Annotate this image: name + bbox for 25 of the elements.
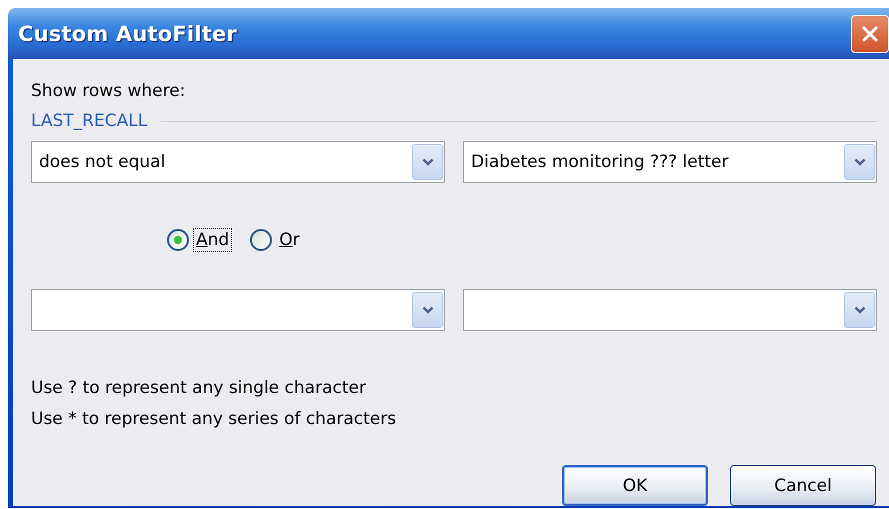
dropdown-field[interactable]	[31, 289, 445, 331]
hint-text: Use * to represent any series of characters	[31, 408, 398, 431]
chevron-down-icon	[854, 158, 866, 166]
dropdown-button[interactable]	[844, 144, 875, 180]
radio-label[interactable]: Or	[276, 228, 303, 252]
radio-button[interactable]	[167, 229, 189, 251]
window-title: Custom AutoFilter	[18, 22, 237, 46]
ok-button[interactable]: OK	[562, 465, 708, 506]
instruction-text: Show rows where:	[31, 81, 186, 103]
dropdown-field[interactable]	[463, 289, 877, 331]
chevron-down-icon	[422, 306, 434, 314]
dropdown-field[interactable]: does not equal	[31, 141, 445, 183]
cancel-button[interactable]: Cancel	[730, 465, 876, 506]
dropdown-button[interactable]	[412, 292, 443, 328]
chevron-down-icon	[422, 158, 434, 166]
hint-text: Use ? to represent any single character	[31, 377, 367, 400]
close-icon	[860, 24, 880, 44]
dropdown-button[interactable]	[412, 144, 443, 180]
dropdown-field[interactable]: Diabetes monitoring ??? letter	[463, 141, 877, 183]
chevron-down-icon	[854, 306, 866, 314]
close-button[interactable]	[851, 14, 889, 52]
radio-label[interactable]: And	[193, 228, 232, 252]
column-name: LAST_RECALL	[31, 111, 148, 131]
dropdown-button[interactable]	[844, 292, 875, 328]
radio-button[interactable]	[250, 229, 272, 251]
